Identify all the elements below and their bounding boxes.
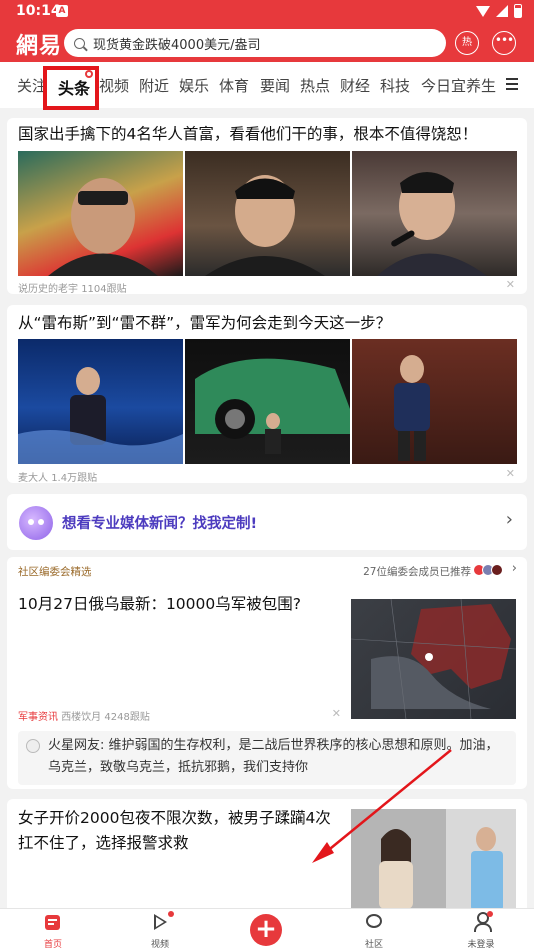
tab-nearby[interactable]: 附近 xyxy=(139,75,169,96)
unread-dot xyxy=(168,911,174,917)
netease-news-app: 10:14 A 網易 现货黄金跌破4000美元/盎司 热 ••• 关注 头条 视… xyxy=(0,0,534,949)
commenter-avatar xyxy=(26,739,40,753)
bottom-navigation: 首页 视频 + 社区 未登录 xyxy=(0,908,534,949)
article-meta: 说历史的老宇 1104跟贴 xyxy=(18,280,127,294)
article-image[interactable] xyxy=(185,339,350,464)
article-comments: 4248跟贴 xyxy=(104,712,150,723)
mascot-icon xyxy=(19,506,53,540)
signal-icon xyxy=(496,5,508,17)
dismiss-icon[interactable]: ✕ xyxy=(332,707,341,720)
netease-logo[interactable]: 網易 xyxy=(16,28,62,60)
chat-bubble-icon xyxy=(366,914,382,928)
portrait-image xyxy=(377,172,487,276)
tab-health[interactable]: 今日宜养生 xyxy=(421,75,496,96)
article-meta: 军事资讯 西楼饮月 4248跟贴 xyxy=(18,708,150,723)
article-image[interactable] xyxy=(352,151,517,276)
stage-image xyxy=(394,355,430,461)
tab-tech[interactable]: 科技 xyxy=(380,75,410,96)
status-time: 10:14 xyxy=(16,3,61,19)
tab-sports[interactable]: 体育 xyxy=(219,75,249,96)
status-bar: 10:14 A xyxy=(0,0,534,24)
tab-entertainment[interactable]: 娱乐 xyxy=(179,75,209,96)
tab-finance[interactable]: 财经 xyxy=(340,75,370,96)
search-placeholder: 现货黄金跌破4000美元/盎司 xyxy=(93,37,261,53)
article-tag: 军事资讯 xyxy=(18,712,58,723)
channel-menu-icon[interactable] xyxy=(506,78,518,93)
community-pick-card[interactable]: 社区编委会精选 27位编委会成员已推荐 › 10月27日俄乌最新：10000乌军… xyxy=(7,557,527,789)
article-source: 说历史的老宇 xyxy=(18,284,78,294)
recommend-text[interactable]: 27位编委会成员已推荐 xyxy=(363,564,471,579)
article-card[interactable]: 从“雷布斯”到“雷不群”，雷军为何会走到今天这一步？ 麦大人 1.4万跟贴 ✕ xyxy=(7,305,527,483)
article-title[interactable]: 国家出手擒下的4名华人首富，看看他们干的事，根本不值得饶恕！ xyxy=(18,122,477,147)
promo-text[interactable]: 想看专业媒体新闻？找我定制! xyxy=(62,512,257,533)
nav-home-label: 首页 xyxy=(43,940,62,949)
portrait-image xyxy=(48,178,158,276)
map-graphic xyxy=(351,599,516,719)
battery-icon xyxy=(514,4,522,18)
article-card[interactable]: 女子开价2000包夜不限次数，被男子蹂躏4次扛不住了，选择报警求救 xyxy=(7,799,527,919)
comment-content: 维护弱国的生存权利，是二战后世界秩序的核心思想和原则。加油，乌克兰，致敬乌克兰，… xyxy=(48,738,499,775)
article-source: 麦大人 xyxy=(18,473,48,483)
wifi-icon xyxy=(476,5,490,17)
article-comments: 1.4万跟贴 xyxy=(51,473,98,483)
comment-body: 火星网友: 维护弱国的生存权利，是二战后世界秩序的核心思想和原则。加油，乌克兰，… xyxy=(48,735,508,779)
top-header: 10:14 A 網易 现货黄金跌破4000美元/盎司 热 ••• xyxy=(0,0,534,62)
article-images[interactable] xyxy=(18,151,517,276)
home-icon xyxy=(45,915,60,930)
comment-username: 火星网友: xyxy=(48,738,105,753)
article-images[interactable] xyxy=(18,339,517,464)
article-image[interactable] xyxy=(352,339,517,464)
editor-avatars xyxy=(473,564,503,576)
tab-important-news[interactable]: 要闻 xyxy=(260,75,290,96)
chevron-right-icon[interactable]: › xyxy=(506,509,513,530)
tab-video[interactable]: 视频 xyxy=(99,75,129,96)
publish-plus-button[interactable]: + xyxy=(250,914,282,946)
custom-media-promo[interactable]: 想看专业媒体新闻？找我定制! › xyxy=(7,494,527,550)
stage-image xyxy=(18,367,183,464)
dismiss-icon[interactable]: ✕ xyxy=(506,278,515,291)
annotation-highlight-box xyxy=(43,66,99,110)
play-icon xyxy=(154,914,167,930)
war-map-image[interactable] xyxy=(351,599,516,719)
system-icons xyxy=(476,4,522,18)
news-feed[interactable]: 国家出手擒下的4名华人首富，看看他们干的事，根本不值得饶恕！ 说历史的老宇 11… xyxy=(0,108,534,919)
police-station-image xyxy=(351,809,516,919)
unread-dot xyxy=(487,911,493,917)
search-icon xyxy=(74,37,85,49)
article-meta: 麦大人 1.4万跟贴 xyxy=(18,469,97,483)
article-comments: 1104跟贴 xyxy=(81,284,127,294)
avatar xyxy=(491,564,503,576)
article-image[interactable] xyxy=(185,151,350,276)
car-launch-image xyxy=(195,358,350,454)
section-label: 社区编委会精选 xyxy=(18,566,92,578)
article-source: 西楼饮月 xyxy=(61,712,102,723)
search-bar[interactable]: 现货黄金跌破4000美元/盎司 xyxy=(64,29,446,57)
featured-comment[interactable]: 火星网友: 维护弱国的生存权利，是二战后世界秩序的核心思想和原则。加油，乌克兰，… xyxy=(18,731,516,785)
article-image[interactable] xyxy=(18,151,183,276)
article-title[interactable]: 10月27日俄乌最新：10000乌军被包围? xyxy=(18,592,301,617)
app-notification-icon: A xyxy=(56,5,68,17)
article-image[interactable] xyxy=(18,339,183,464)
article-card[interactable]: 国家出手擒下的4名华人首富，看看他们干的事，根本不值得饶恕！ 说历史的老宇 11… xyxy=(7,118,527,294)
article-image[interactable] xyxy=(351,809,516,919)
nav-profile-label: 未登录 xyxy=(467,940,495,949)
article-title[interactable]: 从“雷布斯”到“雷不群”，雷军为何会走到今天这一步？ xyxy=(18,311,391,336)
portrait-image xyxy=(205,175,325,276)
message-button[interactable]: ••• xyxy=(492,31,516,55)
dismiss-icon[interactable]: ✕ xyxy=(506,467,515,480)
hot-list-button[interactable]: 热 xyxy=(455,31,479,55)
nav-community-label: 社区 xyxy=(364,940,383,949)
chevron-right-icon[interactable]: › xyxy=(512,561,517,576)
user-icon xyxy=(474,912,492,932)
nav-video-label: 视频 xyxy=(150,940,169,949)
article-title[interactable]: 女子开价2000包夜不限次数，被男子蹂躏4次扛不住了，选择报警求救 xyxy=(18,806,338,856)
tab-hot[interactable]: 热点 xyxy=(300,75,330,96)
